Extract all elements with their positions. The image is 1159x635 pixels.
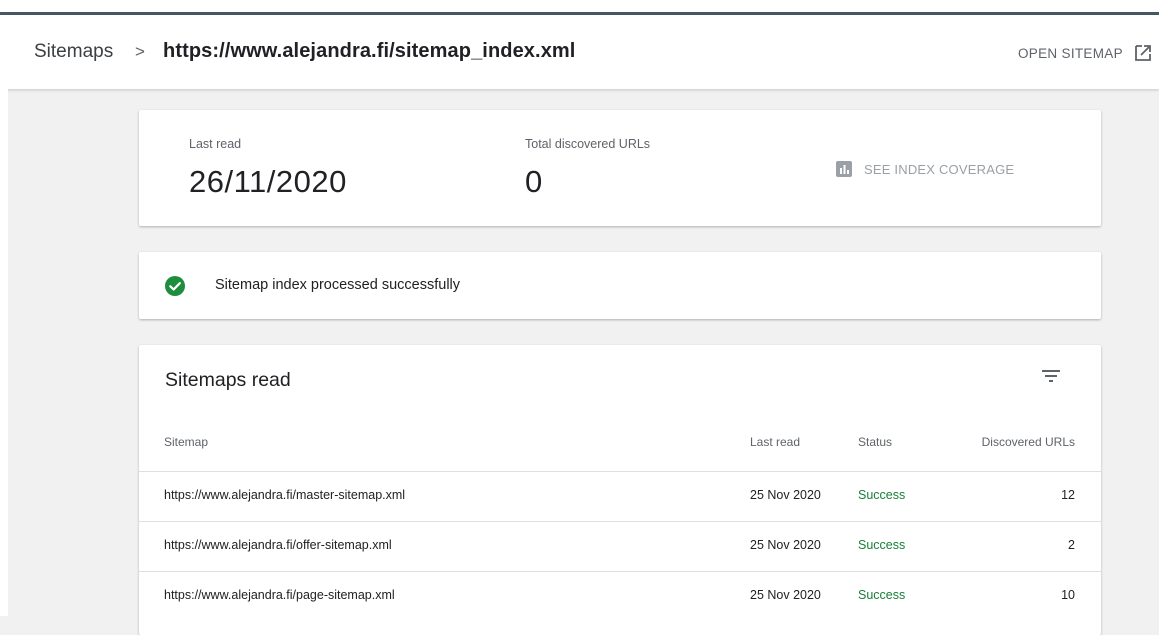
table-row[interactable]: https://www.alejandra.fi/offer-sitemap.x… [139, 521, 1101, 571]
status-cell: Success [858, 538, 906, 552]
open-sitemap-button[interactable]: OPEN SITEMAP [1018, 41, 1153, 65]
table-row[interactable]: https://www.alejandra.fi/page-sitemap.xm… [139, 571, 1101, 621]
status-cell: Success [858, 488, 906, 502]
discovered-urls-cell: 12 [1061, 488, 1075, 502]
filter-icon[interactable] [1039, 364, 1063, 388]
status-message: Sitemap index processed successfully [215, 277, 461, 293]
bar-chart-icon [836, 161, 852, 177]
last-read-cell: 25 Nov 2020 [750, 588, 821, 602]
processing-status-card: Sitemap index processed successfully [139, 252, 1101, 319]
table-row[interactable]: https://www.alejandra.fi/master-sitemap.… [139, 471, 1101, 521]
last-read-value: 26/11/2020 [189, 164, 347, 199]
check-circle-icon [165, 276, 185, 296]
open-sitemap-label: OPEN SITEMAP [1018, 45, 1123, 61]
column-header-sitemap[interactable]: Sitemap [164, 435, 208, 449]
sitemaps-read-card: Sitemaps read Sitemap Last read Status D… [139, 345, 1101, 635]
column-header-last-read[interactable]: Last read [750, 435, 800, 449]
sitemap-url-cell: https://www.alejandra.fi/offer-sitemap.x… [164, 538, 392, 552]
total-urls-label: Total discovered URLs [525, 137, 651, 151]
table-title: Sitemaps read [165, 369, 291, 391]
status-cell: Success [858, 588, 906, 602]
sitemap-stats-card: Last read 26/11/2020 Total discovered UR… [139, 110, 1101, 226]
column-header-discovered-urls[interactable]: Discovered URLs [979, 435, 1075, 449]
see-index-coverage-link[interactable]: SEE INDEX COVERAGE [836, 161, 1014, 177]
see-index-coverage-label: SEE INDEX COVERAGE [864, 161, 1015, 177]
sitemap-url-cell: https://www.alejandra.fi/page-sitemap.xm… [164, 588, 395, 602]
breadcrumb-sitemaps[interactable]: Sitemaps [34, 41, 113, 63]
total-urls-value: 0 [525, 164, 543, 199]
breadcrumb-separator: > [135, 42, 145, 61]
sitemap-url-cell: https://www.alejandra.fi/master-sitemap.… [164, 488, 406, 502]
top-accent-area [0, 0, 1159, 16]
discovered-urls-cell: 10 [1061, 588, 1075, 602]
column-header-status[interactable]: Status [858, 435, 892, 449]
breadcrumb-current-sitemap: https://www.alejandra.fi/sitemap_index.x… [163, 40, 576, 62]
last-read-label: Last read [189, 137, 242, 151]
last-read-cell: 25 Nov 2020 [750, 488, 821, 502]
last-read-cell: 25 Nov 2020 [750, 538, 821, 552]
page-header: Sitemaps > https://www.alejandra.fi/site… [0, 15, 1159, 89]
left-edge [0, 89, 8, 616]
discovered-urls-cell: 2 [1068, 538, 1075, 552]
open-in-new-icon [1133, 43, 1153, 63]
